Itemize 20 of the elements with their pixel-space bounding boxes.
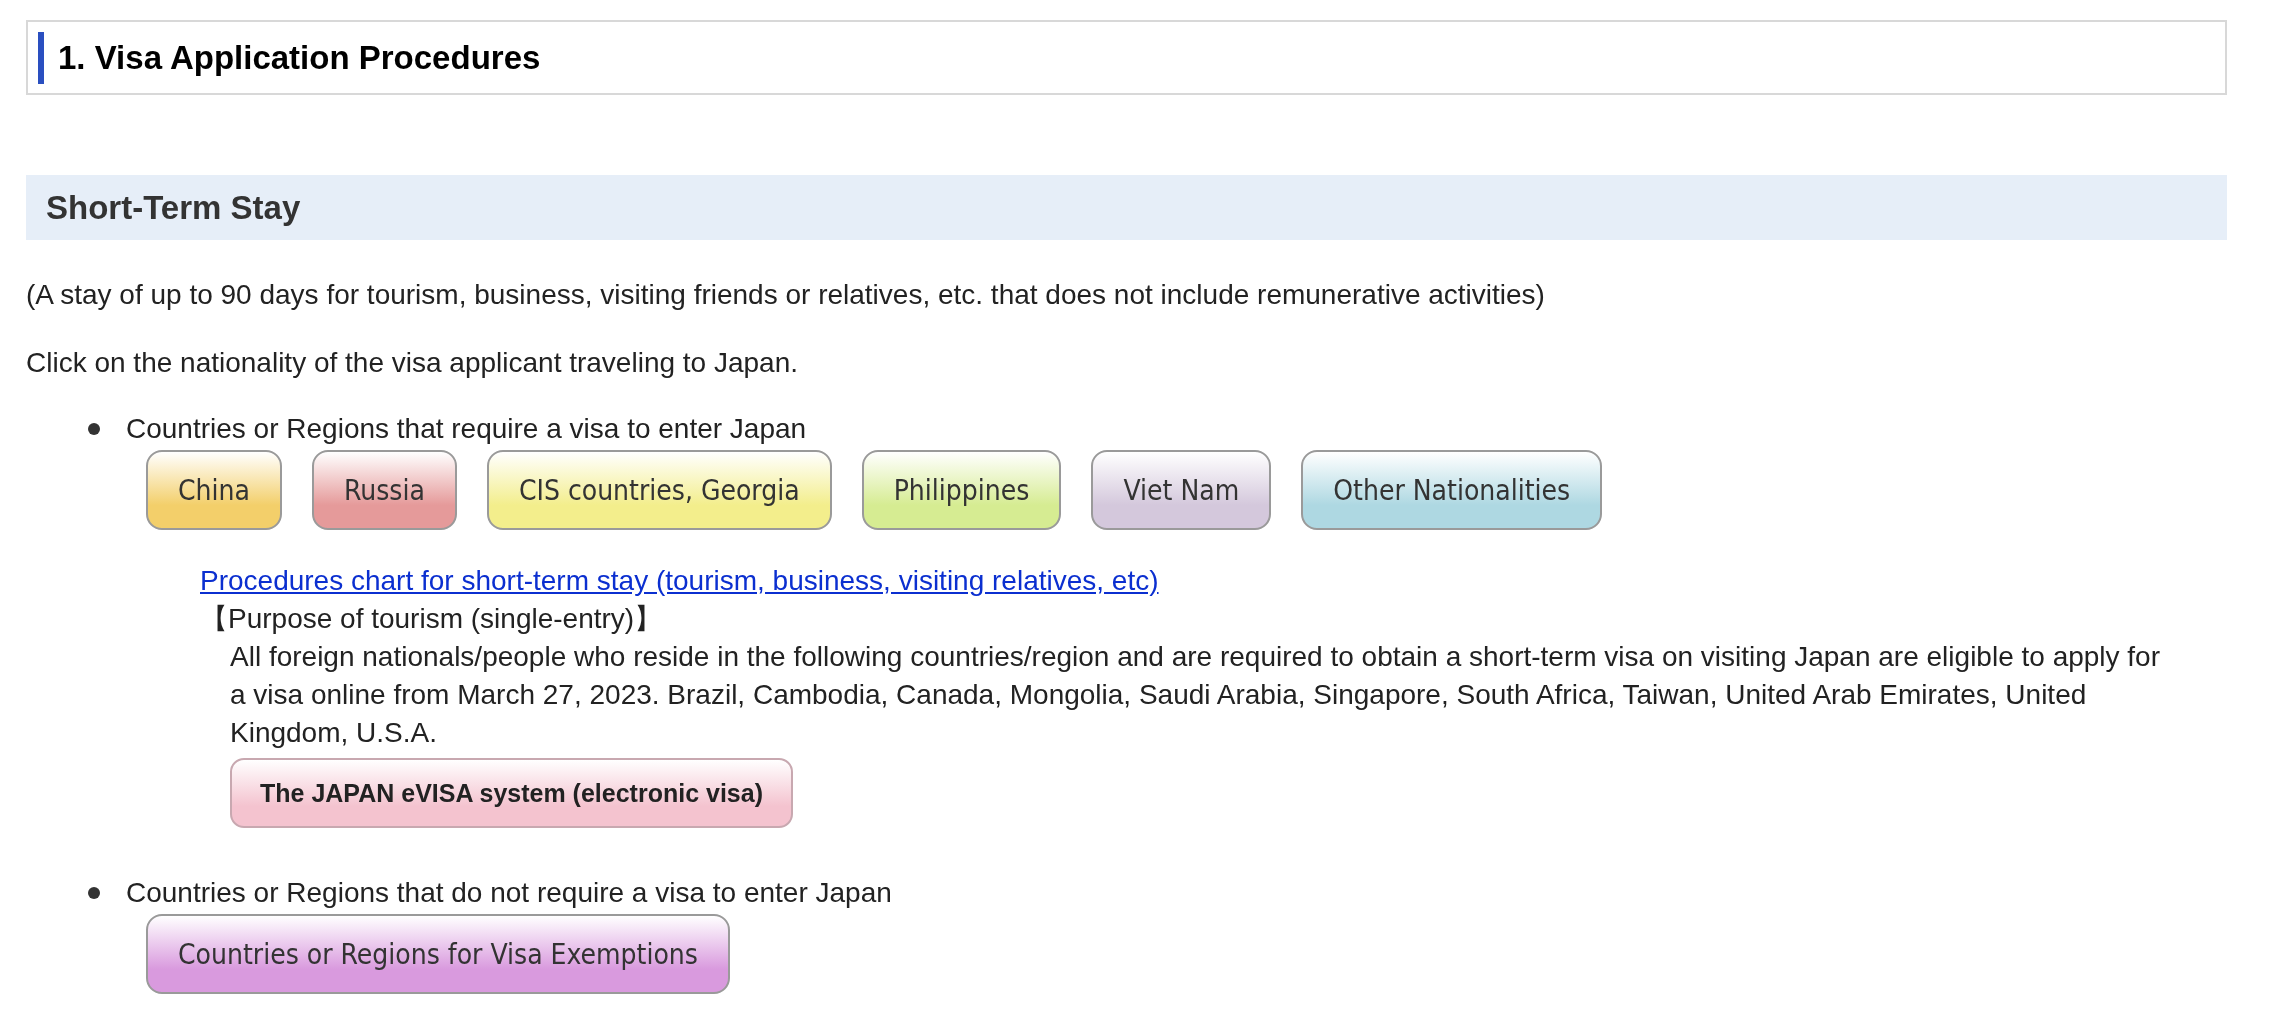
- nationality-button[interactable]: Viet Nam: [1091, 450, 1272, 530]
- bullet-icon: [88, 887, 100, 899]
- accent-bar: [38, 31, 44, 84]
- procedures-chart-link[interactable]: Procedures chart for short-term stay (tourism, business, visiting relatives, etc): [200, 565, 1159, 596]
- nationality-button[interactable]: CIS countries, Georgia: [486, 450, 832, 530]
- nationality-button[interactable]: Other Nationalities: [1301, 450, 1603, 530]
- list-item-text: Countries or Regions that do not require a visa to enter Japan: [126, 876, 892, 910]
- purpose-heading: 【Purpose of tourism (single-entry)】: [200, 602, 664, 636]
- section-title: Short-Term Stay: [26, 175, 2227, 240]
- page-title: 1. Visa Application Procedures: [58, 38, 541, 77]
- visa-exemptions-button[interactable]: Countries or Regions for Visa Exemptions: [146, 914, 730, 994]
- intro-text: (A stay of up to 90 days for tourism, business, visiting friends or relatives, etc. that does not include remunerative activities): [26, 278, 1546, 312]
- nationality-button[interactable]: Russia: [311, 450, 457, 530]
- instruction-text: Click on the nationality of the visa applicant traveling to Japan.: [26, 346, 799, 380]
- list-item-text: Countries or Regions that require a visa to enter Japan: [126, 412, 807, 446]
- evisa-button[interactable]: The JAPAN eVISA system (electronic visa): [230, 758, 793, 828]
- bullet-icon: [88, 423, 100, 435]
- nationality-button[interactable]: China: [146, 450, 282, 530]
- purpose-text: All foreign nationals/people who reside in the following countries/region and are required to obtain a short-term visa on visiting Japan are eligible to apply for a visa online from March 27, 2023. Brazil, Cambodia, Canada, Mongolia, Saudi Arabia, Singapore, South Africa, Taiwan, United Arab Emirates, United Kingdom, U.S.A.: [230, 640, 2162, 750]
- nationality-button[interactable]: Philippines: [861, 450, 1062, 530]
